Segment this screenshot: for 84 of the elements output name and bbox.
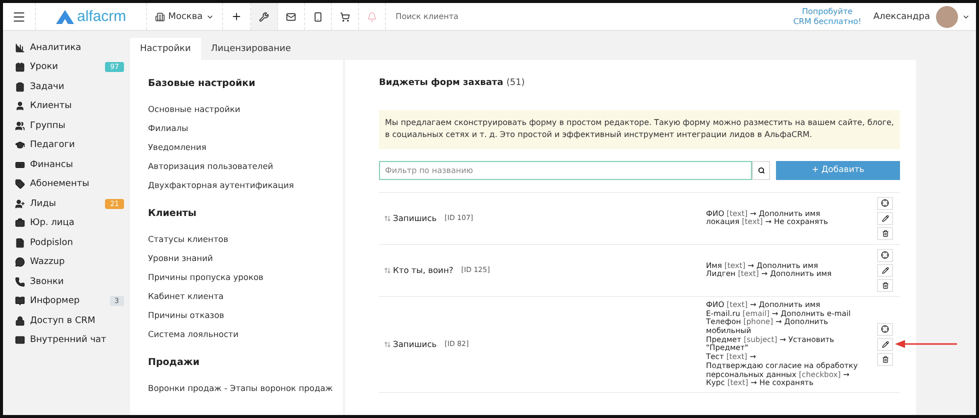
sidebar-item[interactable]: Wazzup [15, 252, 130, 272]
sort-handle-icon[interactable] [384, 214, 391, 222]
tab[interactable]: Лицензирование [200, 38, 301, 60]
user-name[interactable]: Александра [873, 12, 930, 22]
phone-icon [15, 276, 25, 287]
target-button[interactable] [877, 248, 893, 262]
sort-handle-icon[interactable] [384, 266, 391, 274]
section-heading: Клиенты [148, 208, 198, 219]
document-icon [15, 238, 25, 248]
banknote-icon [15, 160, 25, 170]
section-heading: Продажи [148, 357, 200, 368]
target-button[interactable] [877, 322, 893, 336]
phone-icon[interactable] [312, 12, 323, 22]
chat-bubble-icon [15, 257, 25, 268]
trash-icon [882, 356, 888, 363]
widget-name: Запишись [393, 213, 437, 224]
users-icon [15, 120, 25, 131]
settings-link[interactable]: Причины пропуска уроков [148, 272, 343, 282]
user-plus-icon [15, 198, 25, 209]
edit-button[interactable] [877, 212, 893, 225]
sidebar-item[interactable]: Группы [15, 116, 130, 136]
settings-link[interactable]: Причины отказов [148, 310, 343, 320]
sidebar-item[interactable]: Podpislon [15, 233, 130, 252]
delete-button[interactable] [877, 278, 893, 292]
info-notice: Мы предлагаем сконструировать форму в простом редакторе. Такую форму можно разместить на вашем сайте, блоге, в социальных сетях и т. д. Это простой и эффективный инструмент интеграции лидов в АльфаCRM. [379, 110, 900, 149]
settings-link[interactable]: Двухфакторная аутентификация [148, 180, 343, 190]
widget-name: Кто ты, воин? [393, 265, 454, 276]
pencil-icon [882, 266, 888, 274]
settings-link[interactable]: Статусы клиентов [148, 234, 343, 244]
pencil-icon [882, 214, 888, 222]
graduation-cap-icon [15, 140, 25, 150]
tab[interactable]: Настройки [130, 38, 201, 60]
chart-icon [15, 42, 25, 53]
settings-link[interactable]: Уровни знаний [148, 253, 343, 263]
settings-link[interactable]: Авторизация пользователей [148, 161, 343, 171]
sidebar-item[interactable]: Звонки [15, 272, 130, 292]
menu-icon[interactable] [12, 10, 26, 24]
calendar-icon [15, 62, 25, 72]
user-icon [15, 101, 25, 112]
sort-handle-icon[interactable] [384, 340, 391, 348]
building-icon [155, 12, 166, 22]
edit-button[interactable] [877, 264, 893, 277]
briefcase-icon [15, 218, 25, 228]
settings-link[interactable]: Филиалы [148, 123, 343, 133]
sidebar-item[interactable]: Клиенты [15, 96, 130, 116]
book-icon [15, 296, 25, 306]
sidebar-item[interactable]: Задачи [15, 77, 130, 96]
sidebar-item[interactable]: Внутренний чат [15, 330, 130, 350]
pencil-icon [882, 340, 888, 348]
trash-icon [882, 230, 888, 237]
wrench-icon[interactable] [258, 12, 269, 22]
edit-button[interactable] [877, 338, 893, 351]
search-button[interactable] [752, 160, 770, 180]
filter-field[interactable]: Фильтр по названию [379, 160, 752, 180]
page-title: Виджеты форм захвата (51) [379, 78, 526, 88]
cart-icon[interactable] [340, 12, 350, 22]
settings-link[interactable]: Основные настройки [148, 104, 343, 114]
delete-button[interactable] [877, 226, 893, 240]
section-heading: Базовые настройки [148, 78, 256, 89]
sidebar-item[interactable]: Финансы [15, 155, 130, 174]
crosshair-icon [881, 251, 889, 260]
sidebar-item[interactable]: Аналитика [15, 38, 130, 58]
branch-selector[interactable]: Москва [147, 3, 223, 30]
add-icon[interactable] [230, 11, 242, 22]
tag-icon [15, 179, 25, 190]
sidebar-item[interactable]: Абонементы [15, 174, 130, 194]
settings-link[interactable]: Воронки продаж - Этапы воронок продаж [148, 383, 343, 393]
crosshair-icon [881, 325, 889, 334]
mail-icon[interactable] [286, 12, 296, 22]
search-icon [758, 166, 764, 174]
sidebar-item[interactable]: Педагоги [15, 136, 130, 155]
logo-icon [56, 10, 74, 24]
target-button[interactable] [877, 196, 893, 210]
settings-link[interactable]: Кабинет клиента [148, 291, 343, 301]
trash-icon [882, 282, 888, 289]
clipboard-icon [15, 82, 25, 92]
delete-button[interactable] [877, 352, 893, 366]
settings-link[interactable]: Система лояльности [148, 329, 343, 339]
widget-name: Запишись [393, 339, 437, 350]
sidebar-item[interactable]: Юр. лица [15, 214, 130, 233]
lock-icon [15, 316, 25, 326]
crosshair-icon [881, 199, 889, 208]
sidebar-item[interactable]: Доступ в CRM [15, 311, 130, 330]
settings-link[interactable]: Уведомления [148, 142, 343, 152]
